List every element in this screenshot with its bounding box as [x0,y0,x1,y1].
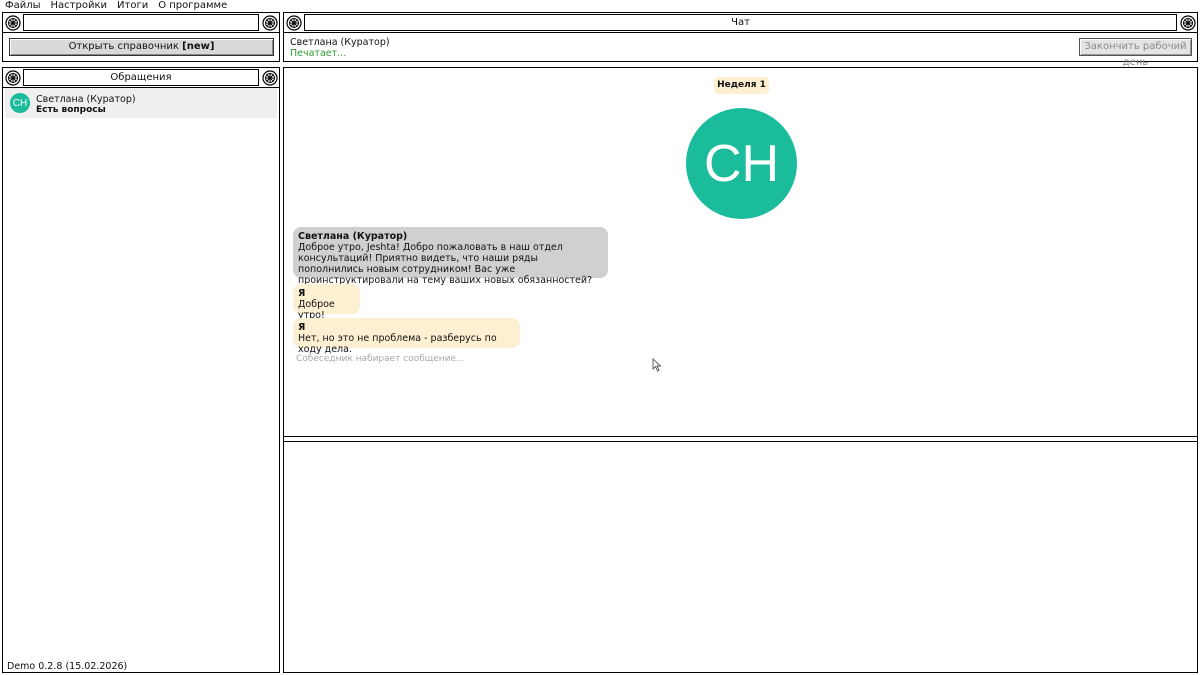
requests-title: Обращения [23,69,259,86]
new-badge: [new] [182,41,215,52]
message-outgoing: Я Доброе утро! [293,284,360,321]
open-reference-button[interactable]: Открыть справочник [new] [9,38,274,56]
menu-files[interactable]: Файлы [5,0,41,11]
menu-bar: Файлы Настройки Итоги О программе [0,0,1200,11]
chat-messages-panel: Неделя 1 CH Светлана (Куратор) Доброе ут… [283,67,1198,437]
left-top-panel: Открыть справочник [new] [2,12,280,62]
message-outgoing: Я Нет, но это не проблема - разберусь по… [293,318,520,355]
typing-hint: Собеседник набирает сообщение... [296,354,465,364]
chat-title: Чат [304,14,1177,31]
week-badge: Неделя 1 [714,77,769,94]
message-text: Доброе утро, Jeshta! Добро пожаловать в … [298,242,593,286]
mouse-cursor-icon [652,357,662,376]
request-status: Есть вопросы [36,105,106,115]
gear-icon[interactable] [285,14,303,32]
gear-icon[interactable] [4,14,22,32]
gear-icon[interactable] [1179,14,1197,32]
list-item[interactable]: CH Светлана (Куратор) Есть вопросы [5,88,277,118]
open-reference-label: Открыть справочник [68,41,183,52]
gear-icon[interactable] [261,69,279,87]
requests-titlebar: Обращения [3,68,279,88]
message-sender: Я [298,288,306,299]
avatar: CH [10,93,30,113]
menu-settings[interactable]: Настройки [51,0,107,11]
message-sender: Светлана (Куратор) [298,231,408,242]
chat-titlebar: Чат [284,13,1197,33]
left-top-titlebar [3,13,279,33]
chat-contact-status: Печатает... [290,48,347,59]
gear-icon[interactable] [4,69,22,87]
menu-about[interactable]: О программе [158,0,227,11]
chat-contact-name: Светлана (Куратор) [290,37,390,48]
menu-results[interactable]: Итоги [117,0,148,11]
end-day-button[interactable]: Закончить рабочий день [1079,38,1192,68]
message-text: Нет, но это не проблема - разберусь по х… [298,333,497,355]
gear-icon[interactable] [261,14,279,32]
message-sender: Я [298,322,306,333]
requests-panel: Обращения CH Светлана (Куратор) Есть воп… [2,67,280,673]
version-label: Demo 0.2.8 (15.02.2026) [7,661,128,672]
left-top-title-field [23,14,259,31]
chat-header-panel: Чат Светлана (Куратор) Печатает... Закон… [283,12,1198,68]
avatar: CH [686,108,797,219]
message-incoming: Светлана (Куратор) Доброе утро, Jeshta! … [293,227,608,286]
request-contact-name: Светлана (Куратор) [36,94,136,105]
chat-input-panel[interactable] [283,441,1198,673]
